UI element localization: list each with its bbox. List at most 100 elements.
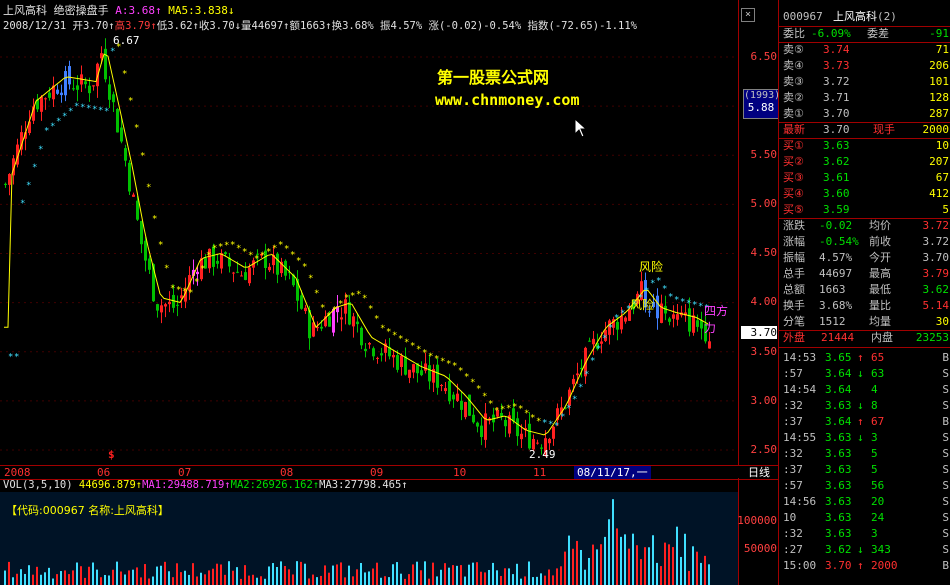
- close-icon[interactable]: ×: [741, 8, 755, 22]
- trend-marker: *: [644, 286, 649, 296]
- volume-bar: [508, 568, 510, 585]
- volume-bar: [524, 576, 526, 585]
- trend-marker: *: [578, 383, 583, 393]
- trend-marker: *: [416, 345, 421, 355]
- tick-row: 14:55 3.63 ↓ 3 S: [783, 430, 949, 446]
- stat-value: 3.72: [922, 219, 950, 232]
- volume-bar: [132, 569, 134, 585]
- trend-marker: *: [278, 240, 283, 250]
- volume-bar: [264, 578, 266, 585]
- candle: [384, 339, 387, 362]
- tick-price: 3.65: [825, 351, 852, 364]
- candle: [104, 38, 107, 83]
- candle: [488, 416, 491, 425]
- candle: [656, 288, 659, 330]
- volume-ma2: MA2:26926.162: [230, 479, 313, 491]
- stat-label: 总手: [783, 267, 805, 280]
- candle: [504, 416, 507, 438]
- trend-marker: *: [50, 122, 55, 132]
- volume-bar: [136, 567, 138, 585]
- sell-price: 3.73: [823, 59, 850, 72]
- tick-volume: 2000: [871, 559, 898, 572]
- candle: [244, 262, 247, 281]
- candle: [588, 337, 591, 342]
- volume-bar: [660, 566, 662, 585]
- volume-bar: [404, 578, 406, 585]
- volume-bar: [400, 573, 402, 585]
- price-tick: 4.00: [750, 295, 778, 308]
- candle: [60, 84, 63, 103]
- candle: [476, 421, 479, 433]
- tick-price: 3.63: [825, 447, 852, 460]
- waipan-value: 21444: [821, 331, 855, 344]
- volume-bar: [232, 570, 234, 585]
- price-tick: 2.50: [750, 443, 778, 456]
- candle: [480, 417, 483, 446]
- volume-bar: [260, 576, 262, 585]
- volume-bar: [700, 562, 702, 585]
- trend-marker: *: [8, 353, 13, 363]
- volume-bar: [84, 577, 86, 585]
- tick-price: 3.63: [825, 495, 852, 508]
- trend-marker: *: [410, 341, 415, 351]
- volume-bar: [380, 577, 382, 585]
- sell-price: 3.72: [823, 75, 850, 88]
- candle: [452, 391, 455, 408]
- sell-level-row: 卖① 3.70 287: [783, 106, 949, 122]
- volume-bar: [704, 555, 706, 585]
- volume-bar: [40, 574, 42, 585]
- candle: [468, 394, 471, 417]
- sell-price: 3.71: [823, 91, 850, 104]
- tick-volume: 20: [871, 495, 885, 508]
- volume-bar: [516, 563, 518, 585]
- stat-value: 3.62: [922, 283, 950, 296]
- tick-side: S: [942, 479, 949, 492]
- trend-marker: *: [692, 301, 697, 311]
- tick-arrow: ↑: [857, 559, 864, 572]
- main-chart-panel[interactable]: 上风高科 绝密操盘手 A:3.68↑ MA5:3.838↓ 2008/12/31…: [0, 0, 738, 465]
- price-axis: 6.50 5.50 5.00 4.50 4.00 3.50 3.00 2.50 …: [738, 0, 780, 465]
- candlestick-chart[interactable]: * ****** * * * * * * * * * ** ********** * * ***** * * * * *…: [0, 0, 738, 465]
- trend-marker: *: [26, 181, 31, 191]
- volume-bar: [64, 570, 66, 585]
- stat-value: 3.68%: [819, 299, 853, 312]
- trend-marker: *: [314, 289, 319, 299]
- volume-bar: [368, 571, 370, 585]
- latest-label: 最新: [783, 123, 805, 136]
- trend-marker: *: [602, 334, 607, 344]
- trend-marker: *: [176, 286, 181, 296]
- candle: [692, 308, 695, 336]
- trend-marker: *: [524, 409, 529, 419]
- stat-value: 44697: [819, 267, 853, 280]
- trend-marker: *: [500, 405, 505, 415]
- stat-row: 涨跌 -0.02 均价 3.72: [783, 218, 949, 234]
- trend-marker: *: [620, 309, 625, 319]
- candle: [44, 97, 47, 110]
- volume-bar: [644, 547, 646, 585]
- volume-bar: [104, 574, 106, 585]
- volume-bar: [396, 562, 398, 585]
- sell-level-row: 卖② 3.71 128: [783, 90, 949, 106]
- volume-tick: 50000: [743, 542, 777, 555]
- volume-bar: [536, 576, 538, 585]
- volume-panel[interactable]: VOL(3,5,10) 44696.879↑MA1:29488.719↑MA2:…: [0, 478, 738, 585]
- volume-bar: [556, 568, 558, 585]
- volume-bar: [392, 564, 394, 585]
- candle: [400, 353, 403, 376]
- buy-level-row: 买② 3.62 207: [783, 154, 949, 170]
- trend-marker: *: [494, 407, 499, 417]
- volume-bar: [592, 544, 594, 585]
- candle: [352, 312, 355, 338]
- trend-marker: *: [464, 372, 469, 382]
- tick-volume: 5: [871, 447, 878, 460]
- stat-label: 前收: [869, 235, 891, 248]
- tick-row: :27 3.62 ↓ 343 S: [783, 542, 949, 558]
- tick-arrow: ↑: [857, 415, 864, 428]
- candle: [280, 257, 283, 278]
- volume-tick: 100000: [737, 514, 777, 527]
- volume-bar: [336, 564, 338, 585]
- candle: [276, 252, 279, 284]
- volume-bar: [256, 577, 258, 585]
- trend-marker: *: [518, 405, 523, 415]
- trend-marker: *: [38, 145, 43, 155]
